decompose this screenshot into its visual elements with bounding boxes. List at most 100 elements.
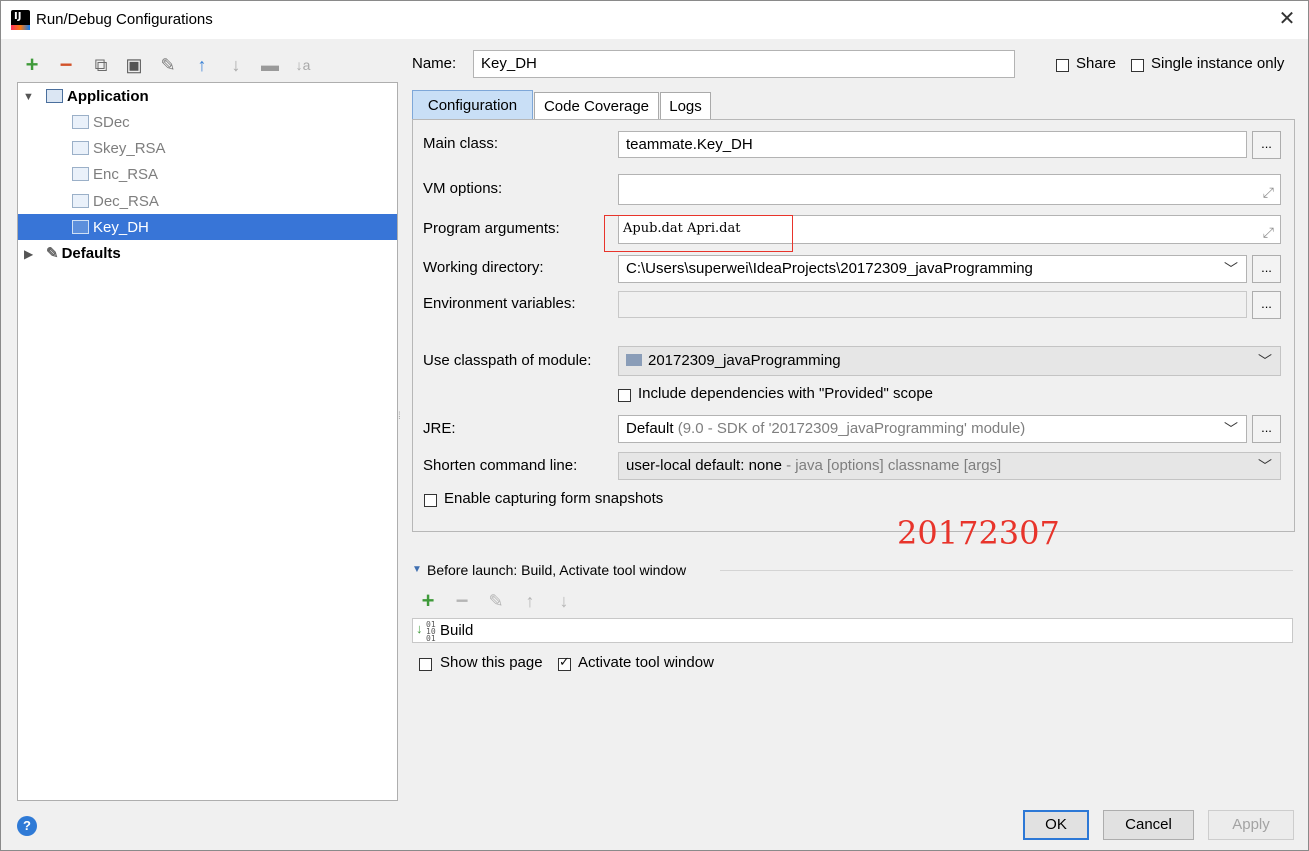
configuration-tree[interactable]: ▼ Application SDec Skey_RSA Enc_RSA Dec_…: [17, 82, 398, 801]
classpath-module-label: Use classpath of module:: [423, 352, 592, 369]
build-icon: ↓: [416, 621, 423, 636]
single-instance-checkbox[interactable]: [1131, 59, 1144, 72]
tree-item-key-dh[interactable]: Key_DH: [72, 215, 149, 241]
cancel-button[interactable]: Cancel: [1103, 810, 1194, 840]
tree-item-label: SDec: [93, 114, 130, 131]
before-launch-header[interactable]: Before launch: Build, Activate tool wind…: [427, 562, 686, 578]
show-this-page-checkbox[interactable]: [419, 658, 432, 671]
main-class-input[interactable]: teammate.Key_DH: [618, 131, 1247, 158]
close-window-button[interactable]: ✕: [1275, 7, 1299, 31]
add-configuration-button[interactable]: +: [20, 53, 44, 77]
red-annotation-box: [604, 215, 793, 252]
tree-node-label: Defaults: [61, 245, 121, 262]
apply-button[interactable]: Apply: [1208, 810, 1294, 840]
config-icon: [72, 194, 89, 209]
move-down-button[interactable]: ↓: [224, 53, 248, 77]
share-label: Share: [1076, 55, 1117, 72]
expand-icon[interactable]: ⤢: [1263, 180, 1274, 204]
tree-item-label: Skey_RSA: [93, 140, 166, 157]
section-divider: [720, 570, 1293, 571]
jre-browse-button[interactable]: ...: [1252, 415, 1281, 443]
config-icon: [72, 141, 89, 156]
tab-logs[interactable]: Logs: [660, 92, 711, 120]
shorten-command-line-combo[interactable]: user-local default: none - java [options…: [618, 452, 1281, 480]
enable-snapshots-label: Enable capturing form snapshots: [444, 490, 664, 507]
tree-item-dec-rsa[interactable]: Dec_RSA: [72, 189, 159, 215]
chevron-down-icon: ﹀: [1224, 261, 1238, 277]
save-configuration-button[interactable]: ▣: [122, 53, 146, 77]
share-checkbox[interactable]: [1056, 59, 1069, 72]
enable-snapshots-checkbox[interactable]: [424, 494, 437, 507]
remove-configuration-button[interactable]: −: [54, 53, 78, 77]
chevron-down-icon: ﹀: [1224, 421, 1238, 437]
tree-item-skey-rsa[interactable]: Skey_RSA: [72, 136, 166, 162]
remove-task-button[interactable]: −: [450, 589, 474, 613]
single-instance-label: Single instance only: [1151, 55, 1285, 72]
help-button[interactable]: ?: [17, 816, 37, 836]
ok-button[interactable]: OK: [1023, 810, 1089, 840]
collapse-triangle-icon[interactable]: ▼: [412, 564, 422, 575]
tree-item-sdec[interactable]: SDec: [72, 110, 130, 136]
classpath-module-combo[interactable]: 20172309_javaProgramming ﹀: [618, 346, 1281, 376]
chevron-down-icon: ﹀: [1258, 458, 1272, 474]
working-directory-label: Working directory:: [423, 259, 544, 276]
title-bar: Run/Debug Configurations ✕: [1, 1, 1308, 39]
tree-node-application[interactable]: Application: [46, 84, 149, 110]
shorten-command-line-label: Shorten command line:: [423, 457, 578, 474]
red-watermark-text: 20172307: [897, 514, 1060, 552]
module-folder-icon: [626, 354, 642, 367]
vm-options-input[interactable]: ⤢: [618, 174, 1281, 205]
activate-tool-window-label: Activate tool window: [578, 654, 714, 671]
before-launch-task-list[interactable]: ↓ 01 10 01 Build: [412, 618, 1293, 643]
move-task-up-button[interactable]: ↑: [518, 589, 542, 613]
expand-icon[interactable]: ⤢: [1263, 220, 1274, 243]
edit-defaults-wrench-button[interactable]: ✎: [156, 53, 180, 77]
main-class-browse-button[interactable]: ...: [1252, 131, 1281, 159]
sort-button[interactable]: ↓a: [291, 53, 315, 77]
activate-tool-window-checkbox[interactable]: [558, 655, 571, 671]
config-icon: [72, 220, 89, 235]
expand-arrow-icon[interactable]: ▼: [23, 91, 34, 103]
name-label: Name:: [412, 55, 457, 72]
tab-configuration[interactable]: Configuration: [412, 90, 533, 120]
splitter-handle[interactable]: ⁞: [398, 412, 401, 422]
classpath-module-value: 20172309_javaProgramming: [648, 352, 841, 369]
dialog-window: Run/Debug Configurations ✕ + − ⧉ ▣ ✎ ↑ ↓…: [0, 0, 1309, 851]
environment-variables-browse-button[interactable]: ...: [1252, 291, 1281, 319]
working-directory-value: C:\Users\superwei\IdeaProjects\20172309_…: [626, 260, 1033, 277]
show-this-page-label: Show this page: [440, 654, 543, 671]
working-directory-combo[interactable]: C:\Users\superwei\IdeaProjects\20172309_…: [618, 255, 1247, 283]
environment-variables-input[interactable]: [618, 291, 1247, 318]
tree-node-label: Application: [67, 88, 149, 105]
tree-item-label: Dec_RSA: [93, 193, 159, 210]
move-up-button[interactable]: ↑: [190, 53, 214, 77]
jre-value: Default: [626, 420, 674, 437]
binary-icon: 01 10 01: [426, 620, 436, 643]
move-task-down-button[interactable]: ↓: [552, 589, 576, 613]
jre-label: JRE:: [423, 420, 456, 437]
wrench-icon: ✎: [46, 245, 59, 262]
working-directory-browse-button[interactable]: ...: [1252, 255, 1281, 283]
tree-node-defaults[interactable]: ✎ Defaults: [46, 241, 121, 267]
application-icon: [46, 89, 63, 104]
collapsed-arrow-icon[interactable]: ▶: [24, 247, 33, 261]
add-task-button[interactable]: +: [416, 589, 440, 613]
tree-item-enc-rsa[interactable]: Enc_RSA: [72, 162, 158, 188]
jre-hint: (9.0 - SDK of '20172309_javaProgramming'…: [677, 420, 1026, 437]
include-dependencies-label: Include dependencies with "Provided" sco…: [638, 385, 934, 402]
tab-code-coverage[interactable]: Code Coverage: [534, 92, 659, 120]
edit-task-pencil-icon[interactable]: ✎: [484, 589, 508, 613]
config-icon: [72, 115, 89, 130]
program-arguments-label: Program arguments:: [423, 220, 560, 237]
folder-icon[interactable]: ▬: [258, 53, 282, 77]
build-task-label[interactable]: Build: [440, 622, 473, 639]
jre-combo[interactable]: Default (9.0 - SDK of '20172309_javaProg…: [618, 415, 1247, 443]
main-class-label: Main class:: [423, 135, 499, 152]
name-input[interactable]: Key_DH: [473, 50, 1015, 78]
include-dependencies-checkbox[interactable]: [618, 389, 631, 402]
shorten-command-line-value: user-local default: none: [626, 457, 782, 474]
vm-options-label: VM options:: [423, 180, 503, 197]
copy-configuration-button[interactable]: ⧉: [89, 53, 113, 77]
environment-variables-label: Environment variables:: [423, 295, 576, 312]
window-title: Run/Debug Configurations: [36, 11, 213, 28]
